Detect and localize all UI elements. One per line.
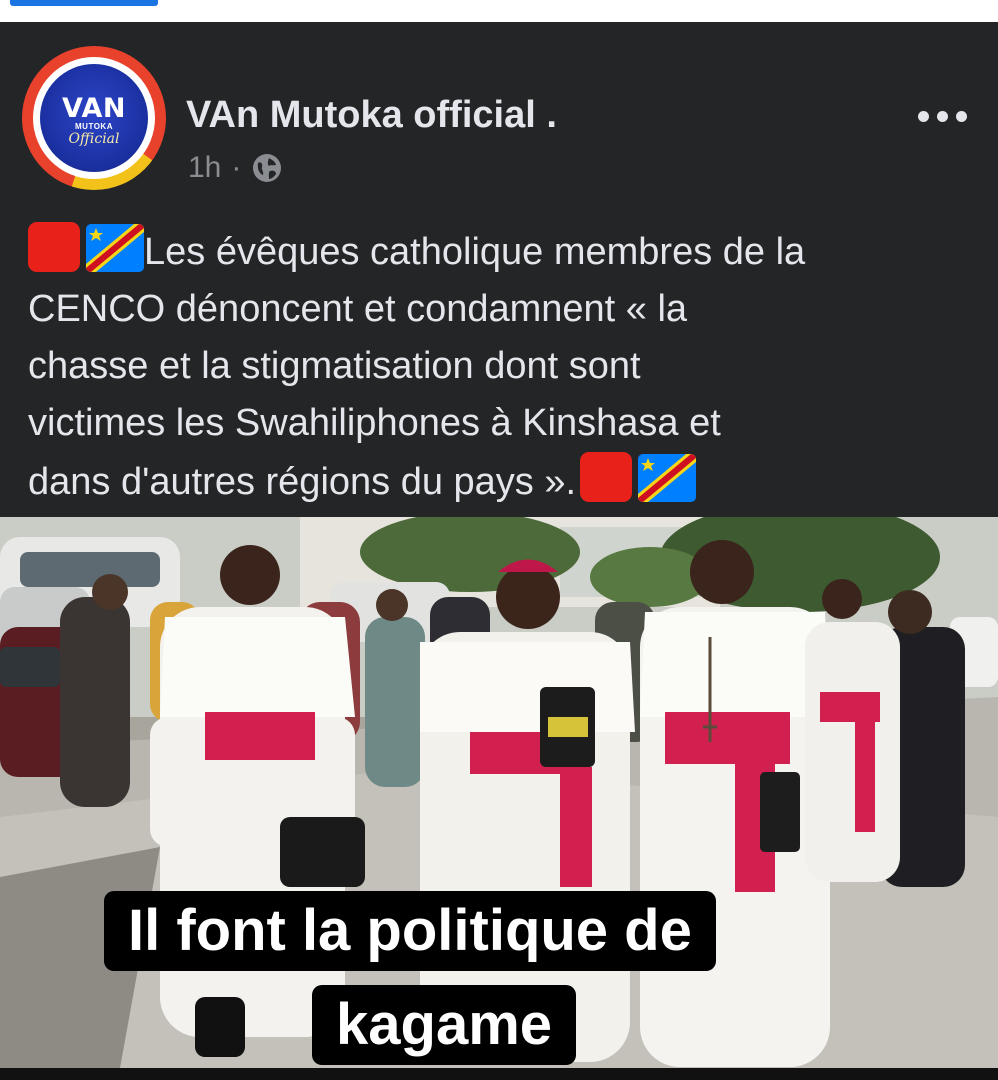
bottom-bar (0, 1068, 998, 1080)
top-strip (0, 0, 998, 22)
drc-flag-emoji (86, 224, 144, 272)
avatar-logo-word: VAN (61, 92, 127, 124)
more-horizontal-icon[interactable] (912, 98, 972, 134)
avatar-logo-sub: MUTOKA (75, 121, 113, 131)
post-text-line-4: victimes les Swahiliphones à Kinshasa et (28, 402, 721, 444)
screenshot-frame: VAN MUTOKA Official VAn Mutoka official … (0, 0, 998, 1080)
avatar-ring: VAN MUTOKA Official (33, 57, 155, 179)
red-square-emoji (28, 222, 80, 272)
avatar-logo: VAN MUTOKA Official (40, 64, 148, 172)
globe-icon[interactable] (251, 152, 283, 184)
drc-flag-emoji (638, 454, 697, 502)
page-avatar[interactable]: VAN MUTOKA Official (22, 46, 166, 190)
post-photo[interactable]: Il font la politique de kagame (0, 517, 998, 1068)
post-text-line-5: dans d'autres régions du pays ». (28, 452, 978, 511)
post-text-line-2: CENCO dénoncent et condamnent « la (28, 288, 688, 330)
meta-separator: · (231, 151, 242, 184)
post-text-line-3: chasse et la stigmatisation dont sont (28, 345, 641, 387)
post-text-line-1-content: Les évêques catholique membres de la (144, 231, 806, 273)
photo-caption-line-1: Il font la politique de (104, 891, 716, 971)
top-accent-bar (10, 0, 158, 6)
post-text-line-1: Les évêques catholique membres de la (28, 222, 978, 281)
page-name-link[interactable]: VAn Mutoka official . (186, 92, 557, 138)
post-text: Les évêques catholique membres de la CEN… (28, 222, 978, 511)
post-meta: 1h · (188, 150, 283, 186)
facebook-post: VAN MUTOKA Official VAn Mutoka official … (0, 22, 998, 1068)
photo-caption-line-2: kagame (312, 985, 577, 1065)
red-square-emoji (580, 452, 633, 502)
avatar-logo-script: Official (68, 130, 120, 147)
post-timestamp[interactable]: 1h (188, 150, 221, 186)
post-text-line-5-content: dans d'autres régions du pays ». (28, 461, 577, 503)
